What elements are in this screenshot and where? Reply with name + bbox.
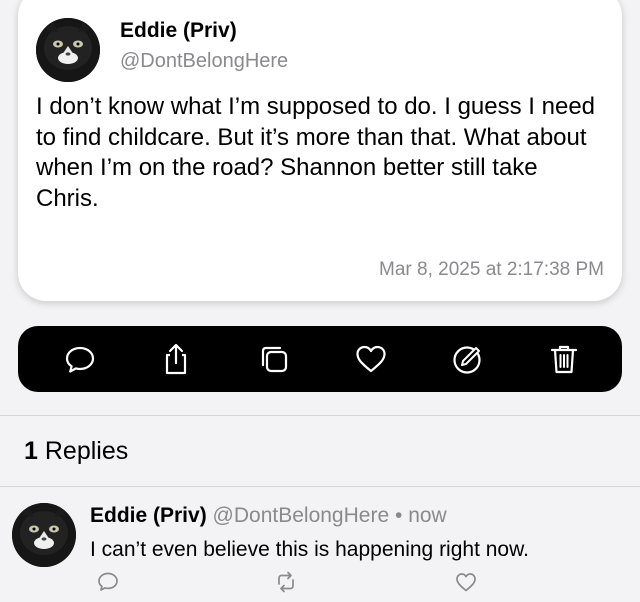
reply-header: Eddie (Priv) @DontBelongHere • now: [90, 504, 447, 528]
reply-text: I can’t even believe this is happening r…: [90, 538, 529, 561]
post-text: I don’t know what I’m supposed to do. I …: [36, 93, 596, 212]
post-card: Eddie (Priv) @DontBelongHere I don’t kno…: [18, 0, 622, 301]
reply-separator: •: [394, 504, 403, 527]
like-icon: [456, 573, 476, 592]
avatar[interactable]: [36, 18, 100, 82]
copy-icon: [261, 346, 288, 373]
reply-icon: [98, 572, 118, 591]
reply-time: now: [408, 504, 447, 527]
like-button[interactable]: [353, 341, 389, 377]
share-button[interactable]: [158, 341, 194, 377]
replies-count: 1: [24, 437, 38, 465]
post-timestamp: Mar 8, 2025 at 2:17:38 PM: [379, 259, 604, 280]
share-icon: [165, 343, 187, 375]
reply-item[interactable]: Eddie (Priv) @DontBelongHere • now I can…: [0, 487, 640, 602]
like-icon: [356, 345, 386, 373]
reply-icon: [65, 346, 95, 373]
replies-label: Replies: [44, 437, 129, 465]
replies-heading: 1 Replies: [24, 437, 128, 466]
edit-button[interactable]: [450, 341, 486, 377]
cat-avatar-image: [12, 503, 76, 567]
avatar[interactable]: [12, 503, 76, 567]
copy-button[interactable]: [256, 341, 292, 377]
delete-button[interactable]: [546, 341, 582, 377]
post-author-name[interactable]: Eddie (Priv): [120, 19, 237, 43]
repost-icon: [278, 571, 294, 593]
reply-author-handle[interactable]: @DontBelongHere: [213, 504, 390, 527]
reply-button[interactable]: [62, 341, 98, 377]
reply-reply-button[interactable]: [96, 570, 120, 594]
edit-icon: [453, 346, 481, 374]
repost-button[interactable]: [274, 570, 298, 594]
reply-like-button[interactable]: [454, 570, 478, 594]
reply-author-name[interactable]: Eddie (Priv): [90, 504, 207, 527]
cat-avatar-image: [36, 18, 100, 82]
post-action-toolbar: [18, 326, 622, 392]
post-author-handle[interactable]: @DontBelongHere: [120, 50, 288, 73]
delete-icon: [550, 345, 578, 374]
